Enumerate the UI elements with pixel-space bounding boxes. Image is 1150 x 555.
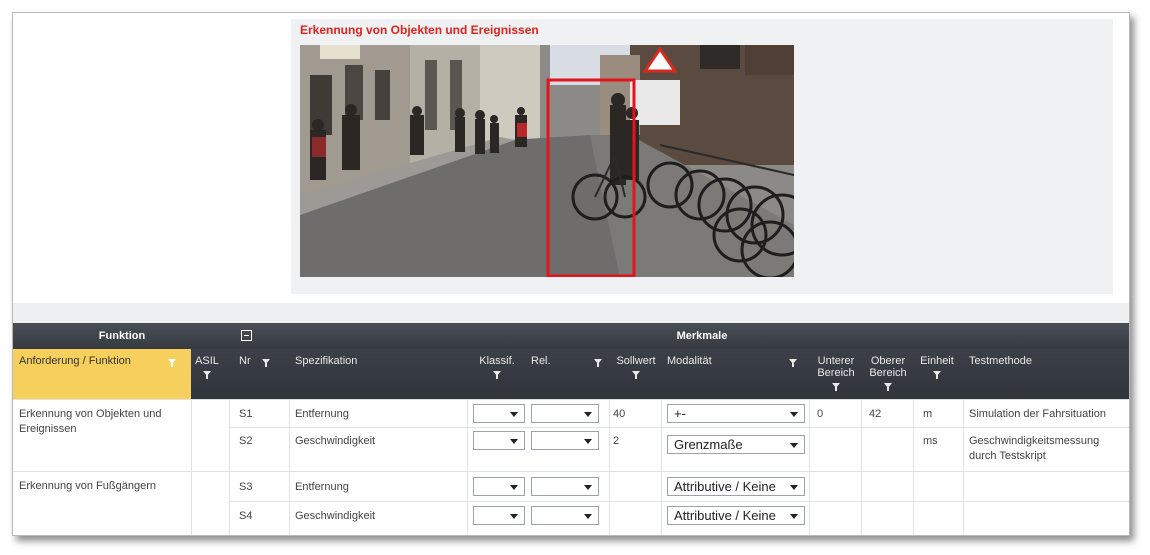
chevron-down-icon: [510, 412, 518, 417]
column-header-modalitaet-label: Modalität: [667, 355, 712, 367]
testmethode-cell: Simulation der Fahrsituation: [969, 407, 1106, 422]
modalitaet-select-value: +-: [674, 406, 686, 421]
testmethode-line1: Geschwindigkeitsmessung: [969, 435, 1100, 447]
modalitaet-select[interactable]: Grenzmaße: [667, 435, 805, 454]
table-row[interactable]: S1 Entfernung 40 +- 0 42 m Simulation de…: [13, 399, 1129, 427]
column-header-unterer-label-2: Bereich: [817, 367, 855, 379]
column-header-nr[interactable]: Nr: [239, 355, 270, 367]
rel-select[interactable]: [531, 477, 599, 496]
column-header-unterer-label-1: Unterer: [817, 355, 855, 367]
filter-icon[interactable]: [168, 359, 176, 367]
spezifikation-cell: Entfernung: [295, 481, 349, 493]
rel-select[interactable]: [531, 506, 599, 525]
klassif-select[interactable]: [473, 404, 525, 423]
rel-select[interactable]: [531, 404, 599, 423]
sollwert-cell: 40: [613, 408, 626, 420]
column-header-sollwert[interactable]: Sollwert: [611, 355, 661, 379]
column-header-rel-label: Rel.: [531, 355, 551, 367]
column-header-unterer-bereich[interactable]: Unterer Bereich: [813, 355, 859, 391]
separator-band: [13, 303, 1129, 323]
chevron-down-icon: [790, 412, 798, 417]
klassif-select[interactable]: [473, 477, 525, 496]
column-header-modalitaet[interactable]: Modalität: [667, 355, 797, 367]
modalitaet-select-value: Attributive / Keine: [674, 508, 776, 523]
spezifikation-cell: Geschwindigkeit: [295, 510, 376, 522]
group-header-merkmale: Merkmale: [676, 330, 728, 342]
chevron-down-icon: [510, 514, 518, 519]
sollwert-cell: 2: [613, 435, 620, 447]
chevron-down-icon: [584, 485, 592, 490]
filter-icon[interactable]: [884, 383, 892, 391]
column-header-testmethode[interactable]: Testmethode: [969, 355, 1032, 367]
column-header-asil[interactable]: ASIL: [195, 355, 219, 379]
modalitaet-select-value: Grenzmaße: [674, 437, 743, 452]
nr-cell: S1: [239, 408, 253, 420]
column-header-nr-label: Nr: [239, 355, 251, 367]
chevron-down-icon: [584, 412, 592, 417]
nr-cell: S2: [239, 435, 253, 447]
image-title: Erkennung von Objekten und Ereignissen: [300, 23, 539, 37]
column-header-anforderung-label: Anforderung / Funktion: [19, 355, 131, 367]
modalitaet-select[interactable]: Attributive / Keine: [667, 477, 805, 496]
filter-icon[interactable]: [593, 359, 602, 367]
column-header-anforderung[interactable]: Anforderung / Funktion: [13, 349, 191, 399]
collapse-icon[interactable]: [241, 330, 252, 341]
testmethode-line2: durch Testskript: [969, 450, 1046, 462]
table-row[interactable]: S4 Geschwindigkeit Attributive / Keine: [13, 501, 1129, 531]
column-header-einheit[interactable]: Einheit: [917, 355, 957, 379]
filter-icon[interactable]: [203, 371, 211, 379]
image-panel: Erkennung von Objekten und Ereignissen: [291, 19, 1113, 294]
modalitaet-select[interactable]: Attributive / Keine: [667, 506, 805, 525]
unterer-bereich-cell: 0: [817, 408, 824, 420]
column-header-asil-label: ASIL: [195, 355, 219, 367]
table-row[interactable]: S3 Entfernung Attributive / Keine: [13, 471, 1129, 501]
filter-icon[interactable]: [788, 359, 797, 367]
testmethode-line1: Simulation der Fahrsituation: [969, 408, 1106, 420]
chevron-down-icon: [790, 485, 798, 490]
klassif-select[interactable]: [473, 506, 525, 525]
column-header-sollwert-label: Sollwert: [616, 355, 656, 367]
column-header-klassif[interactable]: Klassif.: [471, 355, 523, 379]
column-header-oberer-label-1: Oberer: [870, 355, 906, 367]
filter-icon[interactable]: [261, 359, 270, 367]
group-header-funktion: Funktion: [98, 330, 146, 342]
filter-icon[interactable]: [632, 371, 640, 379]
column-header-oberer-bereich[interactable]: Oberer Bereich: [865, 355, 911, 391]
spezifikation-cell: Entfernung: [295, 408, 349, 420]
chevron-down-icon: [790, 443, 798, 448]
nr-cell: S3: [239, 481, 253, 493]
chevron-down-icon: [510, 485, 518, 490]
filter-icon[interactable]: [832, 383, 840, 391]
chevron-down-icon: [510, 439, 518, 444]
filter-icon[interactable]: [933, 371, 941, 379]
column-header-row: Anforderung / Funktion ASIL Nr Spezifika…: [13, 349, 1129, 399]
group-header-row: Funktion Merkmale: [13, 323, 1129, 349]
modalitaet-select[interactable]: +-: [667, 404, 805, 423]
modalitaet-select-value: Attributive / Keine: [674, 479, 776, 494]
einheit-cell: ms: [923, 435, 938, 447]
testmethode-cell: Geschwindigkeitsmessung durch Testskript: [969, 434, 1099, 464]
grid-body: Erkennung von Objekten und Ereignissen S…: [13, 399, 1129, 535]
nr-cell: S4: [239, 510, 253, 522]
oberer-bereich-cell: 42: [869, 408, 882, 420]
filter-icon[interactable]: [493, 371, 501, 379]
column-header-rel[interactable]: Rel.: [531, 355, 602, 367]
chevron-down-icon: [584, 439, 592, 444]
column-header-oberer-label-2: Bereich: [869, 367, 907, 379]
spezifikation-cell: Geschwindigkeit: [295, 435, 376, 447]
einheit-cell: m: [923, 408, 933, 420]
chevron-down-icon: [790, 514, 798, 519]
column-header-einheit-label: Einheit: [920, 355, 954, 367]
column-header-klassif-label: Klassif.: [479, 355, 515, 367]
klassif-select[interactable]: [473, 431, 525, 450]
street-scene-image: [300, 45, 794, 277]
rel-select[interactable]: [531, 431, 599, 450]
column-header-spezifikation[interactable]: Spezifikation: [295, 355, 357, 367]
table-row[interactable]: S2 Geschwindigkeit 2 Grenzmaße ms Geschw…: [13, 427, 1129, 471]
requirements-grid: Funktion Merkmale Anforderung / Funktion…: [13, 323, 1129, 535]
chevron-down-icon: [584, 514, 592, 519]
app-frame: Erkennung von Objekten und Ereignissen F…: [12, 12, 1130, 536]
street-scene-photo: [300, 45, 794, 277]
